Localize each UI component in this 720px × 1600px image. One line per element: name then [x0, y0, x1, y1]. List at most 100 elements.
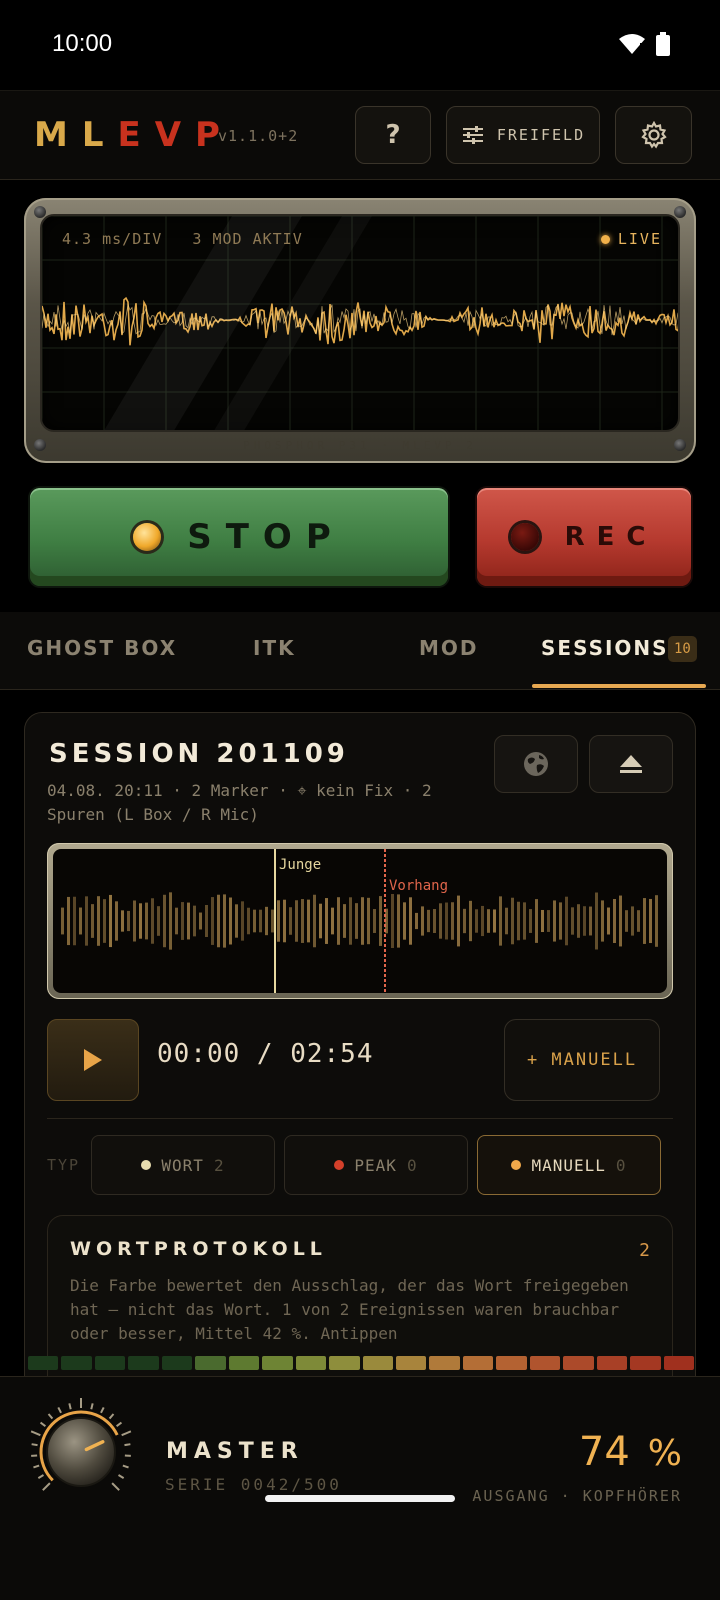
waveform-bar: [139, 903, 142, 939]
output-level-meter: [28, 1356, 695, 1370]
play-icon: [84, 1049, 102, 1071]
help-button[interactable]: ?: [355, 106, 431, 164]
filter-chip-peak[interactable]: PEAK 0: [284, 1135, 468, 1195]
tab-itk[interactable]: ITK: [253, 636, 296, 660]
oscilloscope-frame: 4.3 ms/DIV 3 MOD AKTIV LIVE PHOSPHOR P31…: [24, 198, 696, 463]
waveform-bar: [115, 901, 118, 941]
waveform-bar: [445, 902, 448, 940]
wifi-icon: [619, 34, 645, 54]
filter-chip-manuell[interactable]: MANUELL 0: [477, 1135, 661, 1195]
settings-button[interactable]: [615, 106, 692, 164]
waveform-bar: [259, 909, 262, 933]
home-indicator[interactable]: [265, 1495, 455, 1502]
live-dot: [600, 234, 610, 244]
waveform-bar: [163, 894, 166, 948]
waveform-bar: [343, 904, 346, 938]
stop-button[interactable]: STOP: [30, 488, 448, 586]
waveform-bar: [469, 900, 472, 942]
tab-ghost-box[interactable]: GHOST BOX: [27, 636, 177, 660]
tab-bar: GHOST BOX ITK MOD SESSIONS 10: [0, 612, 720, 690]
waveform-bar: [595, 892, 598, 950]
waveform-bar: [565, 896, 568, 946]
waveform-bar: [67, 896, 70, 946]
waveform-bar: [439, 903, 442, 939]
protocol-count: 2: [639, 1240, 650, 1261]
waveform-bar: [583, 906, 586, 936]
waveform-bar: [487, 909, 490, 933]
stop-lamp-icon: [133, 523, 162, 551]
waveform-bar: [631, 906, 634, 936]
waveform-bar: [655, 895, 658, 947]
waveform-bar: [409, 897, 412, 945]
waveform-bar: [517, 901, 520, 941]
waveform-bar: [85, 896, 88, 946]
waveform-bar: [625, 910, 628, 932]
level-segment: [195, 1356, 226, 1370]
waveform-bar: [607, 907, 610, 935]
level-segment: [161, 1356, 193, 1370]
waveform-bar: [307, 899, 310, 943]
waveform-bar: [145, 902, 148, 940]
master-value-number: 74: [578, 1429, 630, 1475]
waveform-bar: [175, 907, 178, 935]
waveform-bar: [331, 907, 334, 935]
filter-chip-label: PEAK: [354, 1155, 397, 1175]
waveform-bar: [103, 899, 106, 943]
waveform-bar: [265, 906, 268, 936]
eject-icon: [620, 755, 642, 773]
record-button[interactable]: REC: [477, 488, 691, 586]
tab-sessions[interactable]: SESSIONS: [541, 636, 669, 660]
record-label: REC: [564, 522, 658, 552]
live-label: LIVE: [617, 230, 662, 248]
waveform-bar: [559, 902, 562, 940]
status-clock: 10:00: [52, 30, 113, 57]
waveform-bar: [241, 901, 244, 941]
waveform-bar: [193, 905, 196, 937]
waveform-bar: [367, 897, 370, 945]
master-serial: SERIE 0042/500: [165, 1475, 342, 1494]
waveform-bar: [481, 905, 484, 937]
waveform-bar: [457, 895, 460, 947]
status-bar: 10:00: [0, 0, 720, 90]
session-title: SESSION 201109: [49, 739, 349, 769]
waveform-bar: [397, 894, 400, 948]
level-segment: [496, 1356, 527, 1370]
waveform-bar: [109, 894, 112, 948]
filter-chip-label: WORT: [161, 1155, 204, 1175]
play-button[interactable]: [47, 1019, 139, 1101]
scope-info: 4.3 ms/DIV 3 MOD AKTIV: [62, 230, 303, 248]
export-button[interactable]: [589, 735, 673, 793]
waveform-bar: [205, 904, 208, 938]
freifeld-button[interactable]: FREIFELD: [446, 106, 600, 164]
waveform-bar: [373, 909, 376, 933]
waveform-bar: [97, 896, 100, 946]
sessions-count-badge: 10: [668, 636, 697, 662]
marker-label-vorhang[interactable]: Vorhang: [389, 878, 448, 894]
master-volume-knob[interactable]: [26, 1397, 136, 1507]
location-button[interactable]: [494, 735, 578, 793]
marker-label-junge[interactable]: Junge: [279, 857, 321, 873]
filter-chip-wort[interactable]: WORT 2: [91, 1135, 275, 1195]
filter-type-label: TYP: [47, 1156, 81, 1174]
sliders-icon: [462, 126, 483, 144]
waveform-bar: [403, 902, 406, 940]
master-value-unit: %: [647, 1433, 682, 1474]
oscilloscope-screen: 4.3 ms/DIV 3 MOD AKTIV LIVE: [40, 214, 680, 432]
waveform-bar: [535, 899, 538, 943]
filter-chip-count: 2: [213, 1155, 225, 1175]
waveform-bar: [541, 909, 544, 933]
waveform-bar: [91, 904, 94, 938]
waveform-bar: [613, 898, 616, 944]
level-segment: [228, 1356, 260, 1370]
stop-label: STOP: [187, 517, 345, 557]
tab-mod[interactable]: MOD: [419, 636, 479, 660]
session-waveform[interactable]: Junge Vorhang: [53, 849, 667, 993]
version-label: v1.1.0+2: [218, 127, 299, 145]
waveform-bar: [337, 897, 340, 945]
waveform-bar: [637, 910, 640, 932]
master-output-label: AUSGANG · KOPFHÖRER: [472, 1487, 682, 1505]
waveform-bar: [547, 910, 550, 932]
add-manual-marker-button[interactable]: + MANUELL: [504, 1019, 660, 1101]
waveform-bar: [181, 902, 184, 940]
waveform-bar: [463, 908, 466, 934]
